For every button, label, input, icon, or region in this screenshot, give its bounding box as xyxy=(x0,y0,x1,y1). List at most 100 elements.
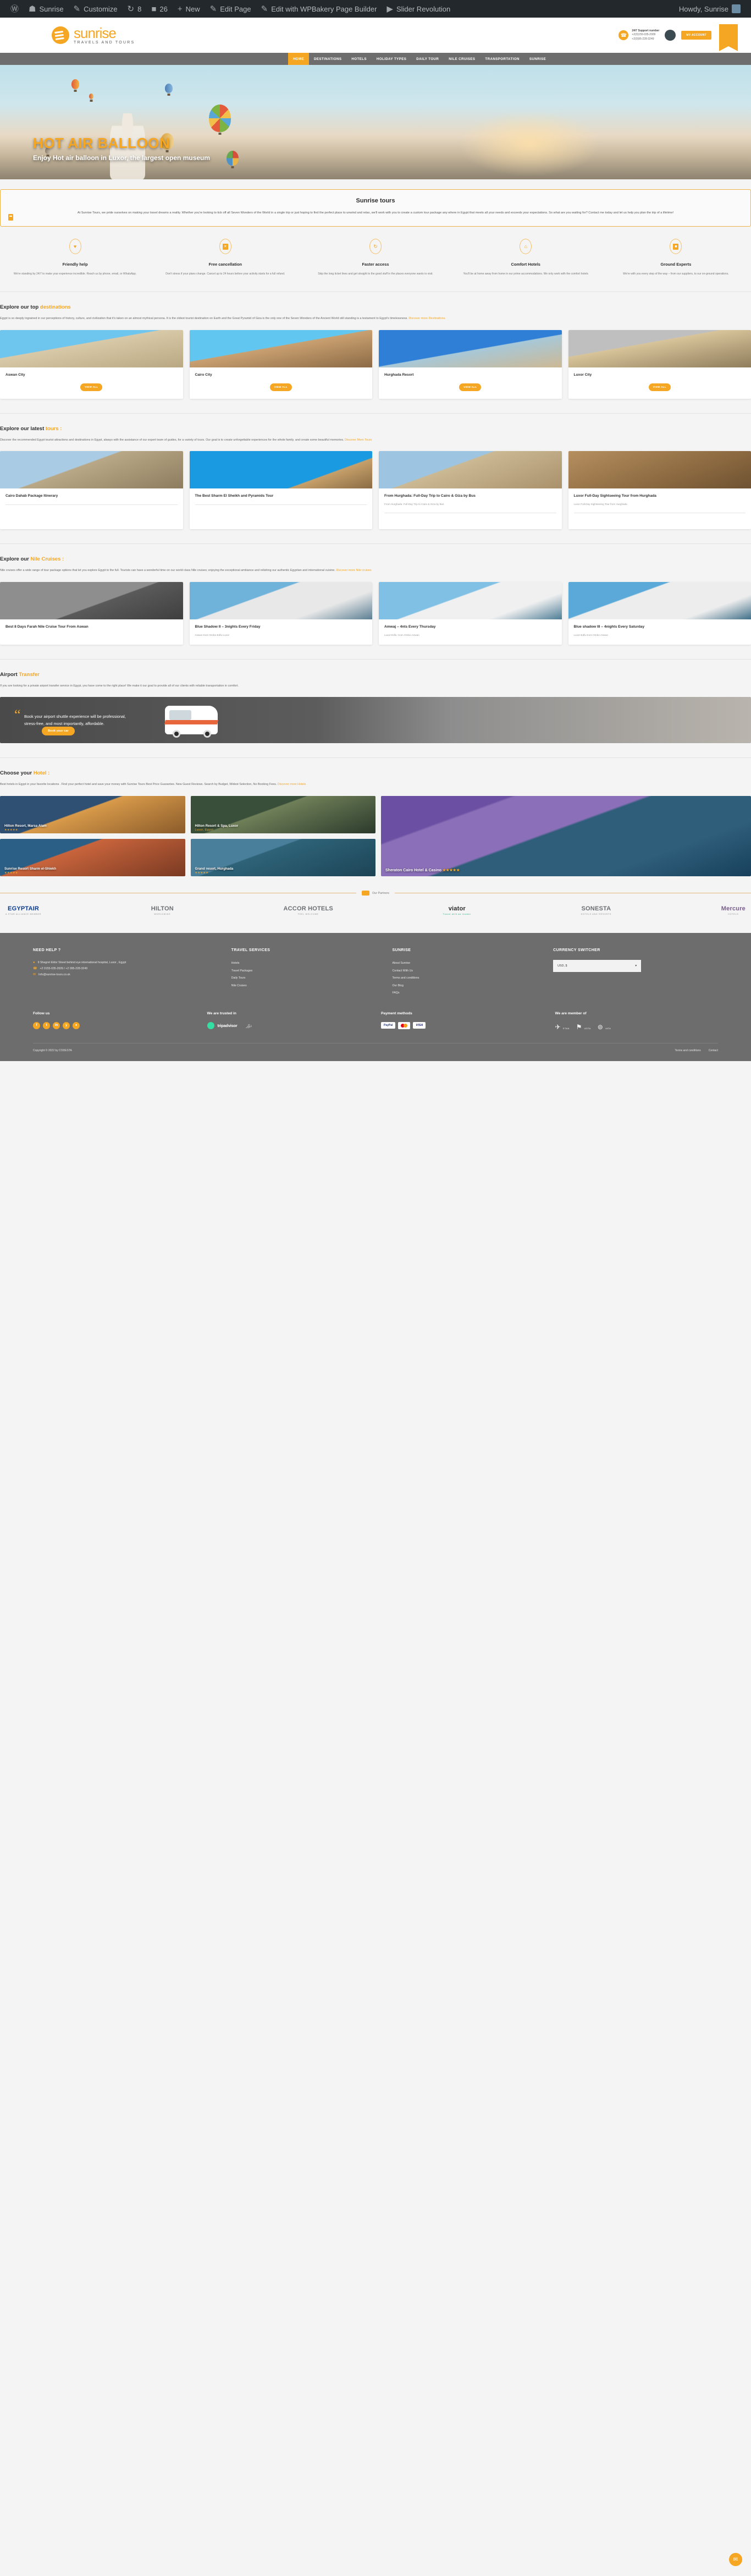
adminbar-item-wpbakery[interactable]: ✎ Edit with WPBakery Page Builder xyxy=(256,0,382,18)
nav-item-holiday-types[interactable]: HOLIDAY TYPES xyxy=(372,53,411,65)
footer-link-travel-packages[interactable]: Travel Packages xyxy=(231,968,382,975)
card-image xyxy=(189,329,372,367)
nav-item-sunrise[interactable]: SUNRISE xyxy=(524,53,551,65)
discover-cruises-link[interactable]: Discover more Nile cruises xyxy=(336,569,371,572)
footer-link-nile-cruises[interactable]: Nile Cruises xyxy=(231,982,382,990)
my-account-button[interactable]: MY ACCOUNT xyxy=(681,31,711,40)
tripadvisor-logo[interactable]: tripadvisor دوّر xyxy=(207,1021,371,1029)
tour-card[interactable]: Cairo Dahab Package Itinerary xyxy=(0,451,183,530)
card-title: Luxor City xyxy=(573,372,592,377)
discover-tours-link[interactable]: Discover More Tours xyxy=(345,438,372,442)
partner-logo-egyptair[interactable]: EGYPTAIR A STAR ALLIANCE MEMBER xyxy=(5,905,41,915)
footer-columns: NEED HELP ? ● 9 Shagret Eldor Street beh… xyxy=(33,948,718,997)
tour-card[interactable]: From Hurghada: Full-Day Trip to Cairo & … xyxy=(379,451,562,530)
partner-name: HILTON xyxy=(151,905,174,913)
site-logo[interactable]: sunrise TRAVELS AND TOURS xyxy=(52,26,135,45)
nav-item-daily-tour[interactable]: DAILY TOUR xyxy=(411,53,444,65)
hotels-grid: Hilton Resort, Marsa Alam ★★★★★ Hilton R… xyxy=(0,796,751,877)
adminbar-item-site[interactable]: ☗ Sunrise xyxy=(24,0,69,18)
adminbar-label-customize: Customize xyxy=(84,4,118,13)
card-image xyxy=(568,329,751,367)
nav-item-nile-cruises[interactable]: NILE CRUISES xyxy=(444,53,480,65)
footer-link-blog[interactable]: Our Blog xyxy=(392,982,542,990)
adminbar-item-wordpress[interactable]: Ⓦ xyxy=(5,0,24,18)
intro-title: Sunrise tours xyxy=(356,197,395,204)
user-avatar[interactable] xyxy=(665,30,676,41)
nav-item-hotels[interactable]: HOTELS xyxy=(346,53,372,65)
currency-select[interactable]: USD, $ ▾ xyxy=(553,960,642,973)
airport-banner[interactable]: “ Book your airport shuttle experience w… xyxy=(0,697,751,744)
footer-email-line[interactable]: ✉ Info@sunrise-tours.co.uk xyxy=(33,972,220,978)
hotel-card[interactable]: Hilton Resort, Marsa Alam ★★★★★ xyxy=(0,796,185,834)
chat-fab-button[interactable]: ✉ xyxy=(729,2553,742,2566)
balloon-icon xyxy=(209,105,231,132)
book-your-car-button[interactable]: Book your car xyxy=(42,727,75,736)
card-title: Amwaj – 4nts Every Thursday xyxy=(384,625,436,629)
footer-link-daily-tours[interactable]: Daily Tours xyxy=(231,975,382,982)
adminbar-item-slider-revolution[interactable]: ▶ Slider Revolution xyxy=(382,0,455,18)
envelope-icon: ✉ xyxy=(33,973,36,977)
destination-card[interactable]: Aswan City VIEW ALL xyxy=(0,329,183,399)
youtube-icon[interactable]: y xyxy=(63,1021,70,1029)
partner-logo-hilton[interactable]: HILTON WORLDWIDE xyxy=(151,905,174,915)
tour-card[interactable]: The Best Sharm El Sheikh and Pyramids To… xyxy=(189,451,372,530)
discover-destinations-link[interactable]: Discover more Destinations. xyxy=(408,317,445,320)
card-image xyxy=(568,582,751,620)
cruise-card[interactable]: Best 8 Days Farah Nile Cruise Tour From … xyxy=(0,582,183,645)
partner-logo-accor[interactable]: ACCOR HOTELS FEEL WELCOME xyxy=(284,905,333,915)
partner-name: SONESTA xyxy=(581,905,611,913)
cruise-card[interactable]: Blue Shadow II – 3nights Every Friday As… xyxy=(189,582,372,645)
footer-link-contact[interactable]: Contact With Us xyxy=(392,968,542,975)
footer-link-about-sunrise[interactable]: About Sunrise xyxy=(392,960,542,968)
nav-item-destinations[interactable]: DESTINATIONS xyxy=(309,53,346,65)
tour-card[interactable]: Luxor Full-Day Sightseeing Tour from Hur… xyxy=(568,451,751,530)
footer-bottom-link-terms[interactable]: Terms and conditions xyxy=(675,1049,701,1052)
discover-hotels-link[interactable]: Discover more Hotels xyxy=(278,783,306,786)
footer-bottom-link-contact[interactable]: Contact xyxy=(709,1049,718,1052)
twitter-icon[interactable]: t xyxy=(43,1021,50,1029)
section-title-plain: Explore our top xyxy=(0,304,40,310)
footer-link-hotels[interactable]: Hotels xyxy=(231,960,382,968)
cruise-card[interactable]: Blue shadow III – 4nights Every Saturday… xyxy=(568,582,751,645)
hotel-card[interactable]: Grand resort, Hurghada ★★★★★ xyxy=(190,839,375,877)
support-phone-block[interactable]: ☎ 24/7 Support number +2(0)155-035-2009 … xyxy=(619,29,659,42)
view-all-button[interactable]: VIEW ALL xyxy=(648,383,671,391)
footer-link-faqs[interactable]: FAQs xyxy=(392,990,542,997)
destination-card[interactable]: Luxor City VIEW ALL xyxy=(568,329,751,399)
destination-card[interactable]: Hurghada Resort VIEW ALL xyxy=(379,329,562,399)
footer-bottom-row: Follow us f t in y ● We are trusted in t… xyxy=(33,1012,718,1032)
nav-item-transportation[interactable]: TRANSPORTATION xyxy=(480,53,524,65)
shuttle-van-image xyxy=(165,706,218,738)
instagram-icon[interactable]: ● xyxy=(73,1021,80,1029)
section-title-accent: tours : xyxy=(45,425,62,432)
adminbar-item-updates[interactable]: ↻ 8 xyxy=(123,0,147,18)
payment-icons: PayPal VISA xyxy=(381,1021,544,1029)
view-all-button[interactable]: VIEW ALL xyxy=(269,383,292,391)
nav-item-home[interactable]: HOME xyxy=(288,53,309,65)
footer-col-title: NEED HELP ? xyxy=(33,948,61,953)
hotel-title: Grand resort, Hurghada xyxy=(195,867,234,871)
adminbar-item-edit-page[interactable]: ✎ Edit Page xyxy=(205,0,256,18)
partner-logo-mercure[interactable]: Mercure HOTELS xyxy=(721,905,746,915)
destination-card[interactable]: Cairo City VIEW ALL xyxy=(189,329,372,399)
adminbar-item-customize[interactable]: ✎ Customize xyxy=(69,0,123,18)
view-all-button[interactable]: VIEW ALL xyxy=(459,383,482,391)
adminbar-item-new[interactable]: + New xyxy=(173,0,205,18)
view-all-button[interactable]: VIEW ALL xyxy=(80,383,103,391)
facebook-icon[interactable]: f xyxy=(33,1021,40,1029)
partner-logo-viator[interactable]: viator Travel with an insider xyxy=(443,905,471,915)
footer-link-terms[interactable]: Terms and conditions xyxy=(392,975,542,982)
linkedin-icon[interactable]: in xyxy=(53,1021,60,1029)
hotel-card[interactable]: Hilton Resort & Spa, Luxor Luxor, Egypt xyxy=(190,796,375,834)
hotel-card-featured[interactable]: Sheraton Cairo Hotel & Casino ★★★★★ xyxy=(381,796,751,877)
footer-phone-line[interactable]: ☎ +2 0155-035-2009 / +2 095-228-3249 xyxy=(33,966,220,972)
hotel-card[interactable]: Sunrise Resort Sharm el-Shiekh ★★★★★ xyxy=(0,839,185,877)
adminbar-item-comments[interactable]: ■ 26 xyxy=(146,0,173,18)
card-title: Hurghada Resort xyxy=(384,372,414,377)
intro-body: At Sunrise Tours, we pride ourselves on … xyxy=(77,211,674,215)
cruise-card[interactable]: Amwaj – 4nts Every Thursday Luxor-Edfu- … xyxy=(379,582,562,645)
feature-text: We're with you every step of the way – f… xyxy=(623,272,729,276)
adminbar-item-howdy[interactable]: Howdy, Sunrise xyxy=(674,0,746,18)
phone-icon: ☎ xyxy=(33,967,37,971)
partner-logo-sonesta[interactable]: SONESTA HOTELS AND RESORTS xyxy=(581,905,611,915)
